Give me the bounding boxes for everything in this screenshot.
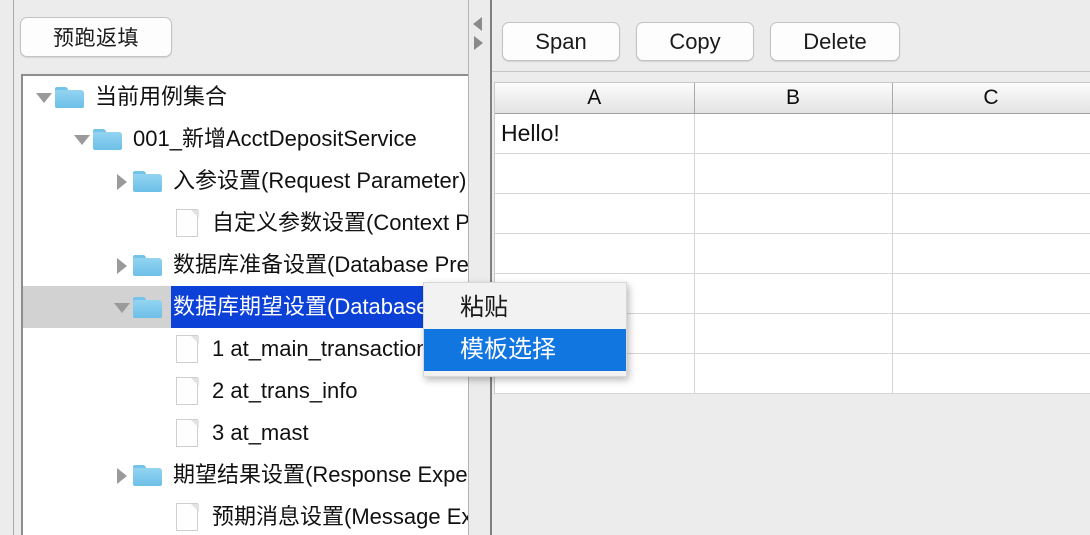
tree-row[interactable]: 数据库期望设置(Database Expect)	[23, 286, 477, 328]
file-icon	[176, 208, 200, 238]
left-panel: 预跑返填 当前用例集合 001_新增AcctDepositService 入参设置(…	[0, 0, 477, 535]
chevron-down-icon[interactable]	[71, 118, 93, 160]
folder-icon	[133, 296, 163, 319]
tree-row[interactable]: 001_新增AcctDepositService	[23, 118, 477, 160]
grid-cell[interactable]: Hello!	[495, 113, 695, 154]
tree-item-label: 自定义参数设置(Context Parameter)	[212, 210, 477, 235]
tree-row[interactable]: 1 at_main_transaction	[23, 328, 477, 370]
tree-row[interactable]: 入参设置(Request Parameter)	[23, 160, 477, 202]
grid-cell[interactable]	[495, 193, 695, 234]
folder-icon	[55, 86, 85, 109]
twisty-spacer	[151, 370, 173, 412]
context-menu[interactable]: 粘贴 模板选择	[423, 282, 627, 377]
grid-row[interactable]	[495, 233, 1090, 274]
grid-cell[interactable]	[892, 113, 1090, 154]
grid-cell[interactable]	[892, 313, 1090, 354]
column-header[interactable]: B	[694, 83, 893, 114]
context-menu-item[interactable]: 模板选择	[424, 329, 626, 371]
splitter-divider-line	[468, 0, 469, 535]
grid-row[interactable]	[495, 153, 1090, 194]
folder-icon	[133, 464, 163, 487]
grid-cell[interactable]	[694, 193, 893, 234]
application-window: 预跑返填 当前用例集合 001_新增AcctDepositService 入参设置(…	[0, 0, 1090, 535]
grid-cell[interactable]	[892, 193, 1090, 234]
triangle-right-icon[interactable]	[474, 36, 483, 50]
folder-icon	[133, 254, 163, 277]
chevron-right-icon[interactable]	[111, 244, 133, 286]
panel-splitter[interactable]	[468, 0, 490, 535]
grid-cell[interactable]	[892, 153, 1090, 194]
file-icon	[176, 334, 200, 364]
prerun-backfill-button[interactable]: 预跑返填	[20, 17, 172, 57]
grid-toolbar: Span Copy Delete	[492, 0, 1090, 72]
tree-row-content: 数据库期望设置(Database Expect)	[23, 286, 477, 328]
tree-row-content: 001_新增AcctDepositService	[23, 118, 419, 160]
grid-row[interactable]: Hello!	[495, 113, 1090, 154]
grid-cell[interactable]	[892, 353, 1090, 394]
tree-row[interactable]: 当前用例集合	[23, 76, 477, 118]
grid-cell[interactable]	[694, 113, 893, 154]
tree-row[interactable]: 数据库准备设置(Database Prepare)	[23, 244, 477, 286]
folder-icon	[133, 170, 163, 193]
tree-item-label: 001_新增AcctDepositService	[133, 126, 417, 151]
grid-row[interactable]	[495, 193, 1090, 234]
grid-cell[interactable]	[694, 313, 893, 354]
tree-item-label: 3 at_mast	[212, 420, 309, 445]
grid-cell[interactable]	[495, 233, 695, 274]
chevron-down-icon[interactable]	[33, 76, 55, 118]
tree-item-label: 预期消息设置(Message Expect)	[212, 504, 477, 529]
tree-item-label: 数据库准备设置(Database Prepare)	[173, 252, 477, 277]
delete-button[interactable]: Delete	[770, 22, 900, 61]
tree-item-label: 期望结果设置(Response Expect)	[173, 462, 477, 487]
column-header-row: ABC	[495, 83, 1090, 114]
tree-item-label: 2 at_trans_info	[212, 378, 358, 403]
tree-item-label: 当前用例集合	[95, 84, 228, 109]
twisty-spacer	[151, 412, 173, 454]
grid-cell[interactable]	[892, 273, 1090, 314]
tree-row[interactable]: 期望结果设置(Response Expect)	[23, 454, 477, 496]
tree-row-content: 预期消息设置(Message Expect)	[23, 496, 477, 535]
tree-row-content: 当前用例集合	[23, 76, 229, 118]
grid-cell[interactable]	[694, 273, 893, 314]
file-icon	[176, 502, 200, 532]
span-button[interactable]: Span	[502, 22, 620, 61]
twisty-spacer	[151, 202, 173, 244]
chevron-right-icon[interactable]	[111, 160, 133, 202]
tree-row-content: 入参设置(Request Parameter)	[23, 160, 468, 202]
copy-button[interactable]: Copy	[636, 22, 754, 61]
tree-row[interactable]: 自定义参数设置(Context Parameter)	[23, 202, 477, 244]
file-icon	[176, 376, 200, 406]
tree-row-content: 期望结果设置(Response Expect)	[23, 454, 477, 496]
grid-cell[interactable]	[495, 153, 695, 194]
twisty-spacer	[151, 496, 173, 535]
grid-cell[interactable]	[694, 233, 893, 274]
tree-row[interactable]: 3 at_mast	[23, 412, 477, 454]
context-menu-item[interactable]: 粘贴	[424, 287, 626, 329]
tree-row[interactable]: 预期消息设置(Message Expect)	[23, 496, 477, 535]
right-panel: Span Copy Delete ABC Hello!	[490, 0, 1090, 535]
file-icon	[176, 418, 200, 448]
tree-row[interactable]: 2 at_trans_info	[23, 370, 477, 412]
triangle-left-icon[interactable]	[473, 17, 482, 31]
tree-row-content: 1 at_main_transaction	[23, 328, 430, 370]
chevron-right-icon[interactable]	[111, 454, 133, 496]
tree-item-label: 入参设置(Request Parameter)	[173, 168, 467, 193]
case-tree-panel[interactable]: 当前用例集合 001_新增AcctDepositService 入参设置(Reque…	[21, 74, 477, 535]
column-header[interactable]: C	[892, 83, 1090, 114]
column-header[interactable]: A	[495, 83, 695, 114]
tree-item-label: 1 at_main_transaction	[212, 336, 429, 361]
case-tree-list[interactable]: 当前用例集合 001_新增AcctDepositService 入参设置(Reque…	[23, 76, 477, 535]
tree-row-content: 数据库准备设置(Database Prepare)	[23, 244, 477, 286]
tree-row-content: 自定义参数设置(Context Parameter)	[23, 202, 477, 244]
tree-row-content: 2 at_trans_info	[23, 370, 360, 412]
folder-icon	[93, 128, 123, 151]
chevron-down-icon[interactable]	[111, 286, 133, 328]
grid-cell[interactable]	[892, 233, 1090, 274]
tree-row-content: 3 at_mast	[23, 412, 311, 454]
grid-cell[interactable]	[694, 153, 893, 194]
grid-cell[interactable]	[694, 353, 893, 394]
twisty-spacer	[151, 328, 173, 370]
